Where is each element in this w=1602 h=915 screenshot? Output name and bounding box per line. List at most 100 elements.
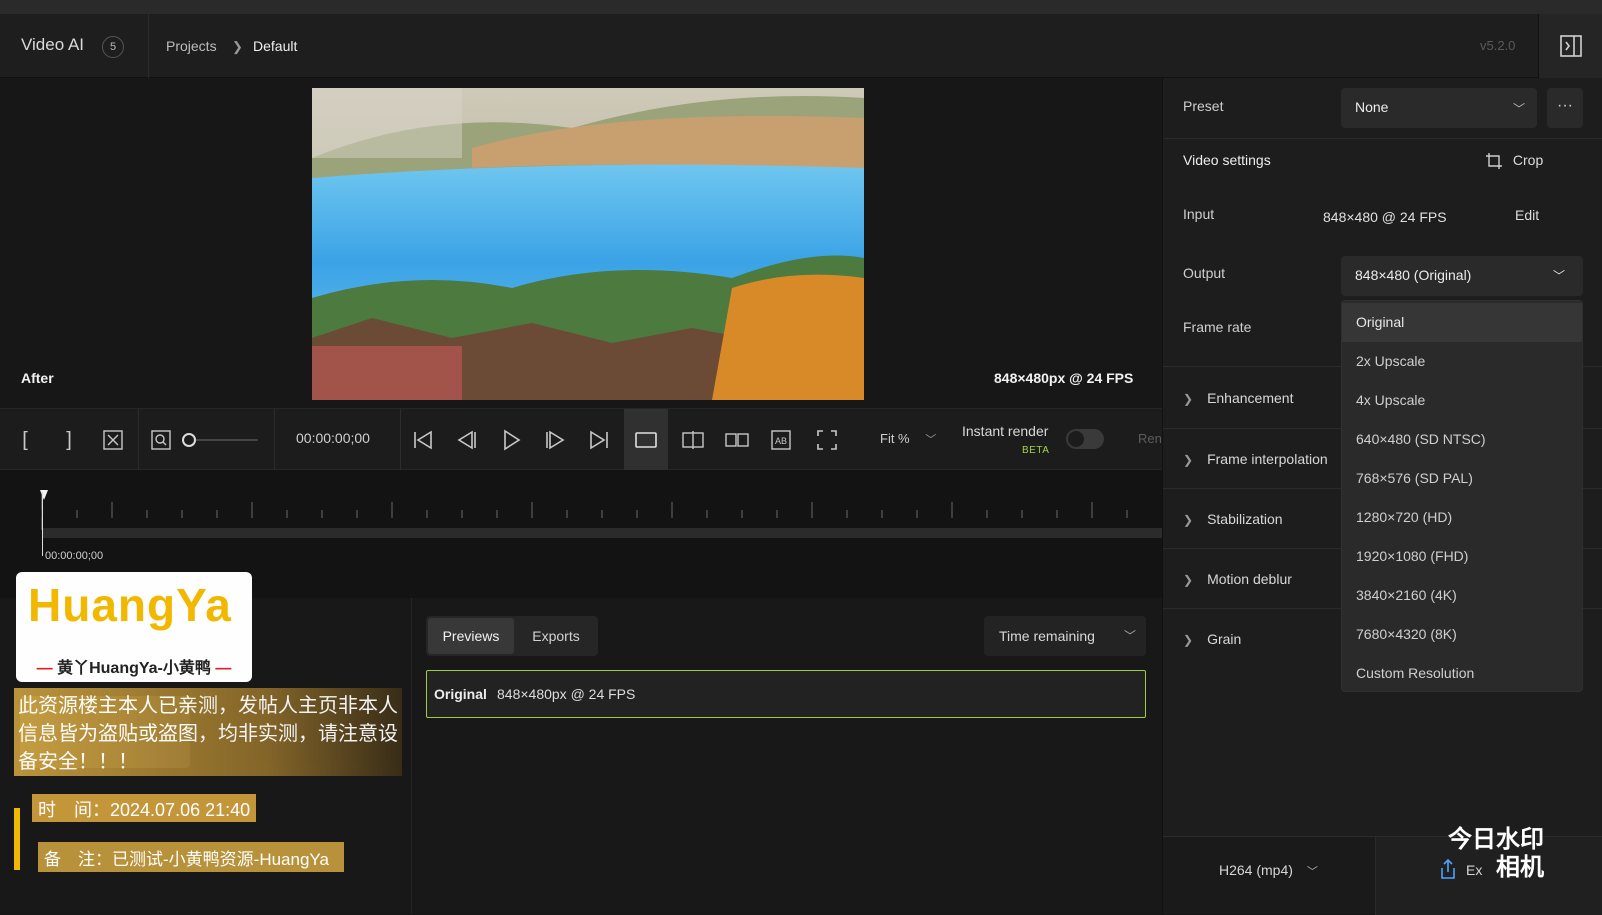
timeline-timecode: 00:00:00;00 xyxy=(45,550,104,562)
dropdown-option[interactable]: 1280×720 (HD) xyxy=(1342,498,1582,537)
panel-divider xyxy=(1163,138,1602,139)
tab-exports[interactable]: Exports xyxy=(514,618,598,654)
dropdown-option[interactable]: Custom Resolution xyxy=(1342,654,1582,693)
prev-frame-icon[interactable] xyxy=(452,425,482,455)
zoom-slider[interactable] xyxy=(182,432,262,448)
section-label: Enhancement xyxy=(1207,390,1294,406)
toolbar-divider xyxy=(274,409,275,471)
output-value: 848×480 (Original) xyxy=(1355,267,1472,283)
dropdown-option[interactable]: 640×480 (SD NTSC) xyxy=(1342,420,1582,459)
render-button-label[interactable]: Ren xyxy=(1138,431,1162,446)
chevron-down-icon: ﹀ xyxy=(1553,269,1566,283)
chevron-right-icon: ❯ xyxy=(1183,513,1194,527)
codec-select[interactable]: H264 (mp4) ﹀ xyxy=(1219,862,1318,879)
input-label: Input xyxy=(1183,206,1215,222)
section-label: Stabilization xyxy=(1207,511,1283,527)
edit-input-button[interactable]: Edit xyxy=(1515,207,1539,223)
header-divider xyxy=(148,14,149,78)
time-text: 时 间：2024.07.06 21:40 xyxy=(38,800,251,820)
previews-tabs: Previews Exports xyxy=(426,616,598,656)
skip-end-icon[interactable] xyxy=(584,425,614,455)
timeline-track[interactable] xyxy=(42,528,1162,538)
output-select[interactable]: 848×480 (Original) ﹀ xyxy=(1341,256,1583,296)
section-motion-deblur[interactable]: ❯ Motion deblur xyxy=(1183,571,1292,587)
skip-start-icon[interactable] xyxy=(408,425,438,455)
version-badge: 5 xyxy=(102,36,124,58)
timecode-display: 00:00:00;00 xyxy=(296,430,370,446)
preset-label: Preset xyxy=(1183,98,1224,114)
dropdown-option[interactable]: 7680×4320 (8K) xyxy=(1342,615,1582,654)
breadcrumb-projects[interactable]: Projects xyxy=(166,38,217,54)
preset-value: None xyxy=(1355,99,1389,115)
crop-icon xyxy=(1486,153,1502,170)
fullscreen-icon[interactable] xyxy=(812,425,842,455)
watermark-time: 时 间：2024.07.06 21:40 xyxy=(32,794,256,822)
mark-out-icon[interactable]: ] xyxy=(54,425,84,455)
watermark-note: 备 注：已测试-小黄鸭资源-HuangYa xyxy=(38,842,344,872)
dropdown-option[interactable]: Original xyxy=(1342,303,1582,342)
chevron-right-icon: ❯ xyxy=(1183,573,1194,587)
sort-select[interactable]: Time remaining ﹀ xyxy=(984,616,1146,656)
chevron-right-icon: ❯ xyxy=(232,39,243,54)
stamp-line-1: 今日水印 xyxy=(1448,826,1544,853)
instant-render-toggle[interactable] xyxy=(1066,429,1104,449)
section-stabilization[interactable]: ❯ Stabilization xyxy=(1183,511,1283,527)
toggle-panel-button[interactable] xyxy=(1538,14,1602,78)
section-label: Motion deblur xyxy=(1207,571,1292,587)
logo-text: HuangYa xyxy=(28,579,232,631)
single-view-icon xyxy=(635,432,657,448)
more-options-button[interactable]: ··· xyxy=(1547,88,1583,128)
notice-text: 此资源楼主本人已亲测，发帖人主页非本人信息皆为盗贴或盗图，均非实测，请注意设备安… xyxy=(18,695,398,773)
play-icon[interactable] xyxy=(496,425,526,455)
clear-marks-icon[interactable] xyxy=(98,425,128,455)
crop-label: Crop xyxy=(1512,152,1544,168)
compare-icon[interactable]: AB xyxy=(766,425,796,455)
timeline-ruler xyxy=(40,490,1128,530)
mark-in-icon[interactable]: [ xyxy=(10,425,40,455)
zoom-icon[interactable] xyxy=(146,425,176,455)
previews-panel: Previews Exports Time remaining ﹀ Origin… xyxy=(412,598,1162,914)
app-header: Video AI 5 Projects ❯ Default v5.2.0 xyxy=(0,14,1602,78)
next-frame-icon[interactable] xyxy=(540,425,570,455)
preview-row[interactable]: Original 848×480px @ 24 FPS xyxy=(426,670,1146,718)
app-version: v5.2.0 xyxy=(1480,38,1516,53)
fit-zoom-select[interactable]: Fit % ﹀ xyxy=(880,431,936,447)
tab-previews[interactable]: Previews xyxy=(428,618,514,654)
frame-rate-label: Frame rate xyxy=(1183,319,1252,335)
chevron-down-icon: ﹀ xyxy=(1306,866,1318,878)
preview-row-label: Original xyxy=(434,686,487,702)
dropdown-option[interactable]: 768×576 (SD PAL) xyxy=(1342,459,1582,498)
playback-toolbar: [ ] 00:00:00;00 AB Fit % ﹀ Instant rende… xyxy=(0,408,1162,471)
preset-select[interactable]: None ﹀ xyxy=(1341,88,1537,128)
side-by-side-icon[interactable] xyxy=(722,425,752,455)
section-frame-interpolation[interactable]: ❯ Frame interpolation xyxy=(1183,451,1328,467)
beta-badge: BETA xyxy=(1022,445,1050,456)
chevron-down-icon: ﹀ xyxy=(1513,102,1526,116)
note-text: 备 注：已测试-小黄鸭资源-HuangYa xyxy=(44,850,329,869)
single-view-button[interactable] xyxy=(624,409,668,471)
playhead-line[interactable] xyxy=(42,492,43,556)
dropdown-option[interactable]: 1920×1080 (FHD) xyxy=(1342,537,1582,576)
fit-label: Fit % xyxy=(880,431,910,446)
sort-label: Time remaining xyxy=(999,628,1095,644)
video-viewer: After 848×480px @ 24 FPS xyxy=(0,78,1162,408)
slider-knob[interactable] xyxy=(182,433,196,447)
split-view-icon[interactable] xyxy=(678,425,708,455)
dropdown-option[interactable]: 4x Upscale xyxy=(1342,381,1582,420)
toolbar-divider xyxy=(138,409,139,471)
watermark-strip xyxy=(14,808,20,870)
section-enhancement[interactable]: ❯ Enhancement xyxy=(1183,390,1293,406)
ellipsis-icon: ··· xyxy=(1557,97,1573,114)
toggle-knob xyxy=(1068,431,1084,447)
slider-track xyxy=(192,439,258,441)
chevron-down-icon: ﹀ xyxy=(1124,629,1137,643)
dropdown-option[interactable]: 2x Upscale xyxy=(1342,342,1582,381)
section-label: Grain xyxy=(1207,631,1242,647)
logo-subtitle-text: 黄丫HuangYa-小黄鸭 xyxy=(57,660,211,677)
section-grain[interactable]: ❯ Grain xyxy=(1183,631,1241,647)
svg-text:AB: AB xyxy=(775,436,787,446)
breadcrumb-default[interactable]: Default xyxy=(253,38,297,54)
app-title: Video AI xyxy=(21,35,85,54)
dropdown-option[interactable]: 3840×2160 (4K) xyxy=(1342,576,1582,615)
crop-button[interactable]: Crop xyxy=(1485,152,1543,170)
